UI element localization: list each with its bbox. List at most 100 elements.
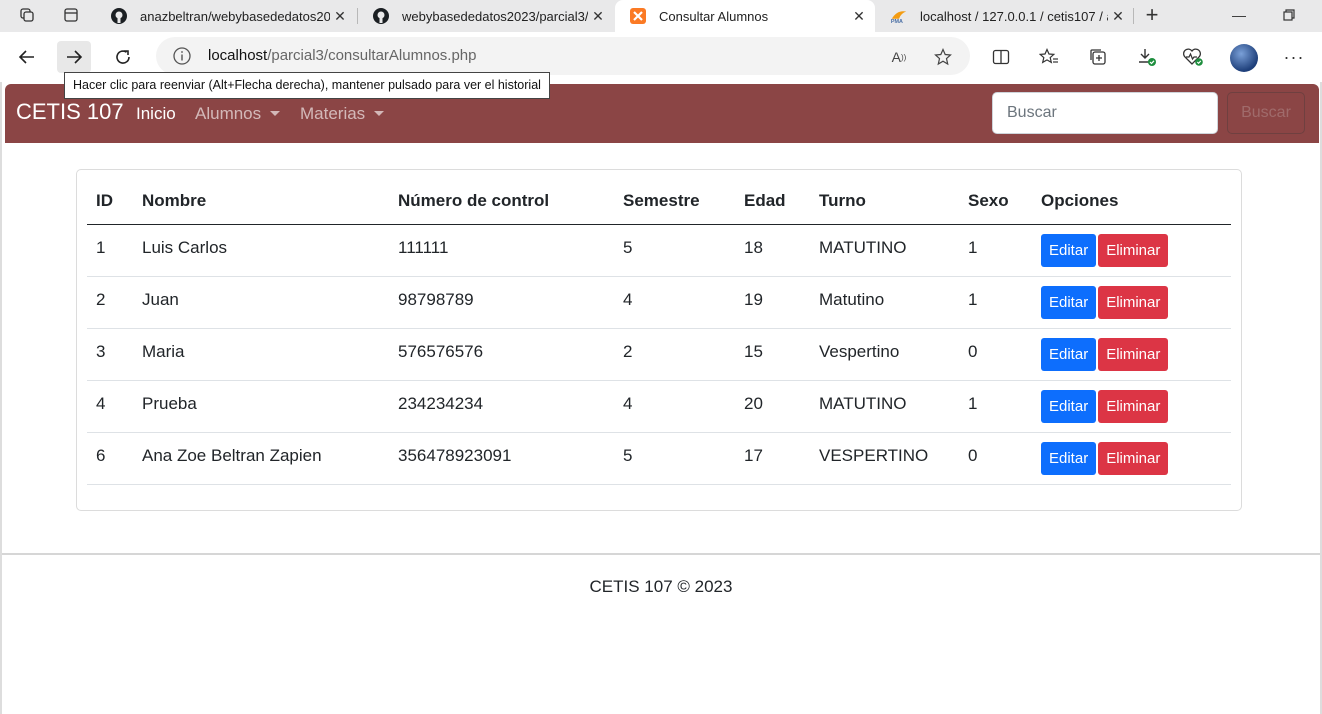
search-button[interactable]: Buscar xyxy=(1227,92,1305,134)
table-cell: Ana Zoe Beltran Zapien xyxy=(133,432,389,485)
svg-text:PMA: PMA xyxy=(891,19,903,25)
table-cell: 20 xyxy=(735,380,810,433)
profile-avatar[interactable] xyxy=(1230,44,1258,72)
table-cell: Juan xyxy=(133,276,389,329)
close-tab-icon[interactable]: ✕ xyxy=(330,8,350,25)
tab-phpmyadmin[interactable]: PMA localhost / 127.0.0.1 / cetis107 / a… xyxy=(876,0,1134,32)
table-cell: 17 xyxy=(735,432,810,485)
table-cell: 1 xyxy=(959,224,1032,277)
table-cell: 0 xyxy=(959,328,1032,381)
restore-button[interactable] xyxy=(1274,4,1304,26)
edit-button[interactable]: Editar xyxy=(1041,337,1097,371)
phpmyadmin-icon: PMA xyxy=(890,7,908,25)
table-cell: 2 xyxy=(87,276,133,329)
nav-dropdown-materias[interactable]: Materias xyxy=(300,104,385,124)
table-cell: 18 xyxy=(735,224,810,277)
downloads-icon[interactable] xyxy=(1134,45,1160,69)
table-cell: 2 xyxy=(614,328,735,381)
table-cell: 356478923091 xyxy=(389,432,614,485)
workspaces-icon[interactable] xyxy=(14,4,40,26)
options-cell: Editar Eliminar xyxy=(1032,276,1231,329)
tab-label: localhost / 127.0.0.1 / cetis107 / alumn… xyxy=(920,8,1108,24)
nav-link-label: Materias xyxy=(300,104,366,123)
table-body: 1 Luis Carlos 111111 5 18 MATUTINO 1 Editar Elim… xyxy=(87,224,1231,485)
table-cell: 1 xyxy=(87,224,133,277)
table-cell: 1 xyxy=(959,276,1032,329)
caret-down-icon xyxy=(270,111,281,116)
tab-label: webybasededatos2023/parcial3/consultarAl… xyxy=(402,8,588,24)
browser-essentials-icon[interactable] xyxy=(1180,45,1206,69)
read-aloud-icon[interactable]: A)) xyxy=(888,46,910,68)
table-cell: MATUTINO xyxy=(810,380,959,433)
tab-label: Consultar Alumnos xyxy=(659,8,769,24)
nav-link-inicio[interactable]: Inicio xyxy=(136,104,176,124)
arrow-left-icon xyxy=(18,50,34,64)
new-tab-button[interactable]: + xyxy=(1140,2,1164,28)
table-cell: 5 xyxy=(614,432,735,485)
table-cell: Matutino xyxy=(810,276,959,329)
close-tab-icon[interactable]: ✕ xyxy=(849,8,869,25)
github-icon xyxy=(372,7,390,25)
forward-tooltip: Hacer clic para reenviar (Alt+Flecha der… xyxy=(64,72,550,99)
footer-divider xyxy=(2,553,1320,555)
search-input[interactable] xyxy=(992,92,1218,134)
site-info-icon[interactable] xyxy=(172,46,192,66)
table-row: 2 Juan 98798789 4 19 Matutino 1 Editar Eliminar xyxy=(87,276,1231,329)
table-cell: 111111 xyxy=(389,224,614,277)
favorites-icon[interactable] xyxy=(1036,45,1062,69)
column-header: Opciones xyxy=(1032,179,1231,225)
close-tab-icon[interactable]: ✕ xyxy=(588,8,608,25)
collections-icon[interactable] xyxy=(1085,45,1111,69)
edit-button[interactable]: Editar xyxy=(1041,233,1097,267)
delete-button[interactable]: Eliminar xyxy=(1098,285,1169,319)
column-header: Turno xyxy=(810,179,959,225)
table-cell: 19 xyxy=(735,276,810,329)
navbar-brand[interactable]: CETIS 107 xyxy=(16,99,124,125)
table-cell: 4 xyxy=(614,380,735,433)
delete-button[interactable]: Eliminar xyxy=(1098,441,1169,475)
tab-actions-icon[interactable] xyxy=(58,4,84,26)
delete-button[interactable]: Eliminar xyxy=(1098,233,1169,267)
table-cell: 234234234 xyxy=(389,380,614,433)
table-cell: 5 xyxy=(614,224,735,277)
nav-dropdown-alumnos[interactable]: Alumnos xyxy=(195,104,281,124)
table-cell: 1 xyxy=(959,380,1032,433)
forward-button[interactable] xyxy=(57,41,91,73)
table-cell: 98798789 xyxy=(389,276,614,329)
table-cell: Prueba xyxy=(133,380,389,433)
options-cell: Editar Eliminar xyxy=(1032,224,1231,277)
arrow-right-icon xyxy=(67,50,83,64)
github-icon xyxy=(110,7,128,25)
tab-consultar-alumnos[interactable]: Consultar Alumnos ✕ xyxy=(615,0,875,32)
table-cell: MATUTINO xyxy=(810,224,959,277)
tab-label: anazbeltran/webybasededatos2023 xyxy=(140,8,330,24)
students-table: ID Nombre Número de control Semestre Edad Tur… xyxy=(87,179,1231,485)
delete-button[interactable]: Eliminar xyxy=(1098,337,1169,371)
table-cell: Vespertino xyxy=(810,328,959,381)
favorite-star-icon[interactable] xyxy=(932,46,954,68)
split-screen-icon[interactable] xyxy=(988,45,1014,69)
table-cell: 4 xyxy=(614,276,735,329)
options-cell: Editar Eliminar xyxy=(1032,432,1231,485)
column-header: ID xyxy=(87,179,133,225)
caret-down-icon xyxy=(374,111,385,116)
reload-button[interactable] xyxy=(106,41,140,73)
back-button[interactable] xyxy=(10,41,44,73)
tab-github-file[interactable]: webybasededatos2023/parcial3/consultarAl… xyxy=(358,0,614,32)
column-header: Nombre xyxy=(133,179,389,225)
edit-button[interactable]: Editar xyxy=(1041,285,1097,319)
tab-github-repo[interactable]: anazbeltran/webybasededatos2023 ✕ xyxy=(96,0,356,32)
column-header: Sexo xyxy=(959,179,1032,225)
delete-button[interactable]: Eliminar xyxy=(1098,389,1169,423)
minimize-button[interactable]: — xyxy=(1224,4,1254,26)
edit-button[interactable]: Editar xyxy=(1041,441,1097,475)
table-header-row: ID Nombre Número de control Semestre Edad Tur… xyxy=(87,179,1231,225)
table-cell: 4 xyxy=(87,380,133,433)
table-row: 1 Luis Carlos 111111 5 18 MATUTINO 1 Editar Elim… xyxy=(87,224,1231,277)
close-tab-icon[interactable]: ✕ xyxy=(1108,8,1128,25)
edit-button[interactable]: Editar xyxy=(1041,389,1097,423)
address-bar[interactable]: localhost/parcial3/consultarAlumnos.php … xyxy=(156,37,970,75)
table-cell: 15 xyxy=(735,328,810,381)
column-header: Semestre xyxy=(614,179,735,225)
more-options-icon[interactable]: ··· xyxy=(1281,45,1307,69)
